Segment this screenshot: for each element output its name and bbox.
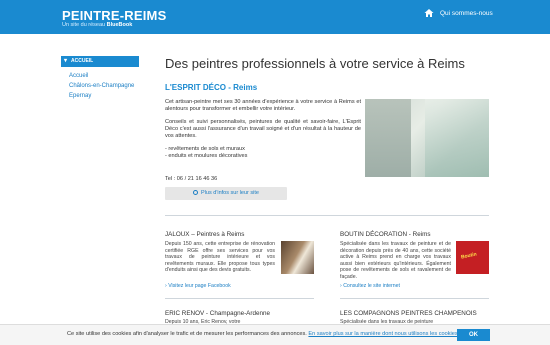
sidebar: ▾ ACCUEIL Accueil Châlons-en-Champagne Ep… (61, 56, 139, 99)
featured-paragraph-1: Cet artisan-peintre met ses 30 années d'… (165, 99, 361, 112)
more-info-button[interactable]: Plus d'infos sur leur site (165, 187, 287, 200)
featured-phone: Tel : 06 / 21 16 46 36 (165, 176, 218, 182)
card-text: Depuis 150 ans, cette entreprise de réno… (165, 241, 275, 274)
card-image: Boutin (456, 241, 489, 274)
card-link-label: Consultez le site internet (343, 283, 400, 289)
card-title: LES COMPAGNONS PEINTRES CHAMPENOIS (340, 310, 477, 317)
featured-name: L'ESPRIT DÉCO - Reims (165, 83, 258, 92)
featured-service-2: - enduits et moulures décoratives (165, 153, 248, 159)
featured-paragraph-2: Conseils et suivi personnalisés, peintur… (165, 119, 361, 139)
site-header: PEINTRE-REIMS Un site du réseau BlueBook… (0, 0, 550, 34)
logo-sub-brand: BlueBook (106, 22, 133, 28)
sidebar-item-epernay[interactable]: Epernay (61, 93, 139, 99)
sidebar-item-accueil[interactable]: Accueil (61, 73, 139, 79)
logo-sub-prefix: Un site du réseau (62, 22, 107, 28)
cookie-message: Ce site utilise des cookies afin d'analy… (67, 331, 307, 337)
card-text: Spécialisée dans les travaux de peinture… (340, 241, 451, 280)
card-link[interactable]: › Consultez le site internet (340, 283, 400, 289)
featured-description: Cet artisan-peintre met ses 30 années d'… (165, 99, 361, 160)
nav-who-we-are-link[interactable]: Qui sommes-nous (440, 10, 493, 17)
chevron-right-icon: › (165, 283, 167, 289)
chevron-down-icon: ▾ (64, 58, 68, 64)
card-link[interactable]: › Visitez leur page Facebook (165, 283, 231, 289)
featured-image (365, 99, 489, 177)
cookie-ok-button[interactable]: OK (457, 329, 490, 341)
more-info-label: Plus d'infos sur leur site (201, 190, 259, 196)
page-title: Des peintres professionnels à votre serv… (165, 56, 465, 71)
card-title: ERIC RENOV - Champagne-Ardenne (165, 310, 270, 317)
site-logo-subtitle: Un site du réseau BlueBook (62, 22, 132, 28)
cookie-more-link[interactable]: En savoir plus sur la manière dont nous … (308, 331, 459, 337)
section-divider (165, 215, 489, 216)
sidebar-head-label: ACCUEIL (71, 58, 94, 64)
card-image (281, 241, 314, 274)
site-logo-title[interactable]: PEINTRE-REIMS (62, 8, 166, 23)
card-link-label: Visitez leur page Facebook (168, 283, 231, 289)
card-title: JALOUX – Peintres à Reims (165, 231, 245, 238)
search-icon (193, 190, 199, 196)
featured-service-1: - revêtements de sols et muraux (165, 146, 245, 152)
card-divider (165, 298, 314, 299)
sidebar-head[interactable]: ▾ ACCUEIL (61, 56, 139, 67)
chevron-right-icon: › (340, 283, 342, 289)
card-image-logo-text: Boutin (460, 251, 478, 261)
card-divider (340, 298, 489, 299)
sidebar-item-chalons[interactable]: Châlons-en-Champagne (61, 83, 139, 89)
card-title: BOUTIN DÉCORATION - Reims (340, 231, 431, 238)
cookie-banner: Ce site utilise des cookies afin d'analy… (0, 324, 550, 345)
home-icon[interactable] (424, 8, 434, 18)
cookie-text: Ce site utilise des cookies afin d'analy… (67, 331, 459, 337)
